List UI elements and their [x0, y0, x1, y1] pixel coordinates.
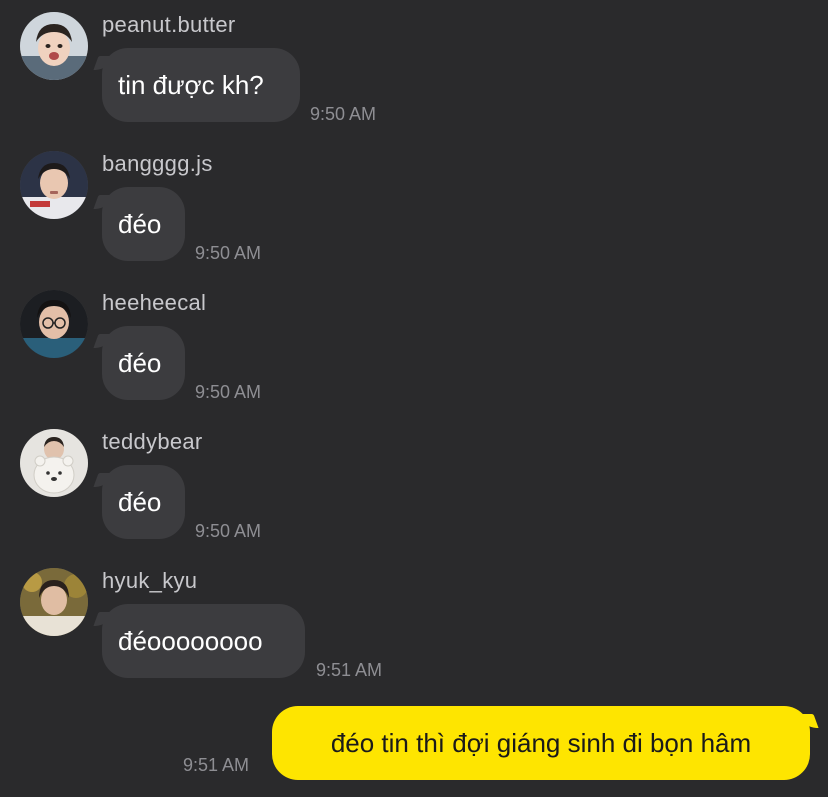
my-message-timestamp: 9:51 AM: [183, 755, 250, 775]
message-bubble[interactable]: đéo: [102, 326, 185, 400]
message-bubble[interactable]: đéoooooooo: [102, 604, 305, 678]
message-text: đéo: [118, 347, 162, 378]
chat-thread: peanut.butter tin được kh? 9:50 AM bangg…: [0, 0, 828, 797]
message-timestamp: 9:50 AM: [195, 521, 262, 541]
user-avatar[interactable]: [20, 429, 88, 497]
message-username: hyuk_kyu: [102, 568, 198, 593]
message-text: đéoooooooo: [118, 625, 263, 656]
person-avatar-icon: [20, 151, 88, 219]
user-avatar[interactable]: [20, 568, 88, 636]
message-timestamp: 9:50 AM: [310, 104, 377, 124]
message-bubble[interactable]: đéo: [102, 187, 185, 261]
person-avatar-icon: [20, 12, 88, 80]
person-avatar-icon: [20, 568, 88, 636]
my-message-bubble[interactable]: đéo tin thì đợi giáng sinh đi bọn hâm: [272, 706, 810, 780]
person-avatar-icon: [20, 290, 88, 358]
message-bubble[interactable]: tin được kh?: [102, 48, 300, 122]
message-timestamp: 9:50 AM: [195, 243, 262, 263]
my-message-text: đéo tin thì đợi giáng sinh đi bọn hâm: [330, 727, 752, 758]
message-text: đéo: [118, 208, 162, 239]
message-username: heeheecal: [102, 290, 207, 315]
message-text: tin được kh?: [118, 69, 264, 100]
person-avatar-icon: [20, 429, 88, 497]
message-username: peanut.butter: [102, 12, 236, 37]
message-timestamp: 9:51 AM: [316, 660, 383, 680]
message-username: bangggg.js: [102, 151, 213, 176]
user-avatar[interactable]: [20, 151, 88, 219]
user-avatar[interactable]: [20, 12, 88, 80]
message-timestamp: 9:50 AM: [195, 382, 262, 402]
message-username: teddybear: [102, 429, 203, 454]
message-bubble[interactable]: đéo: [102, 465, 185, 539]
message-text: đéo: [118, 486, 162, 517]
user-avatar[interactable]: [20, 290, 88, 358]
